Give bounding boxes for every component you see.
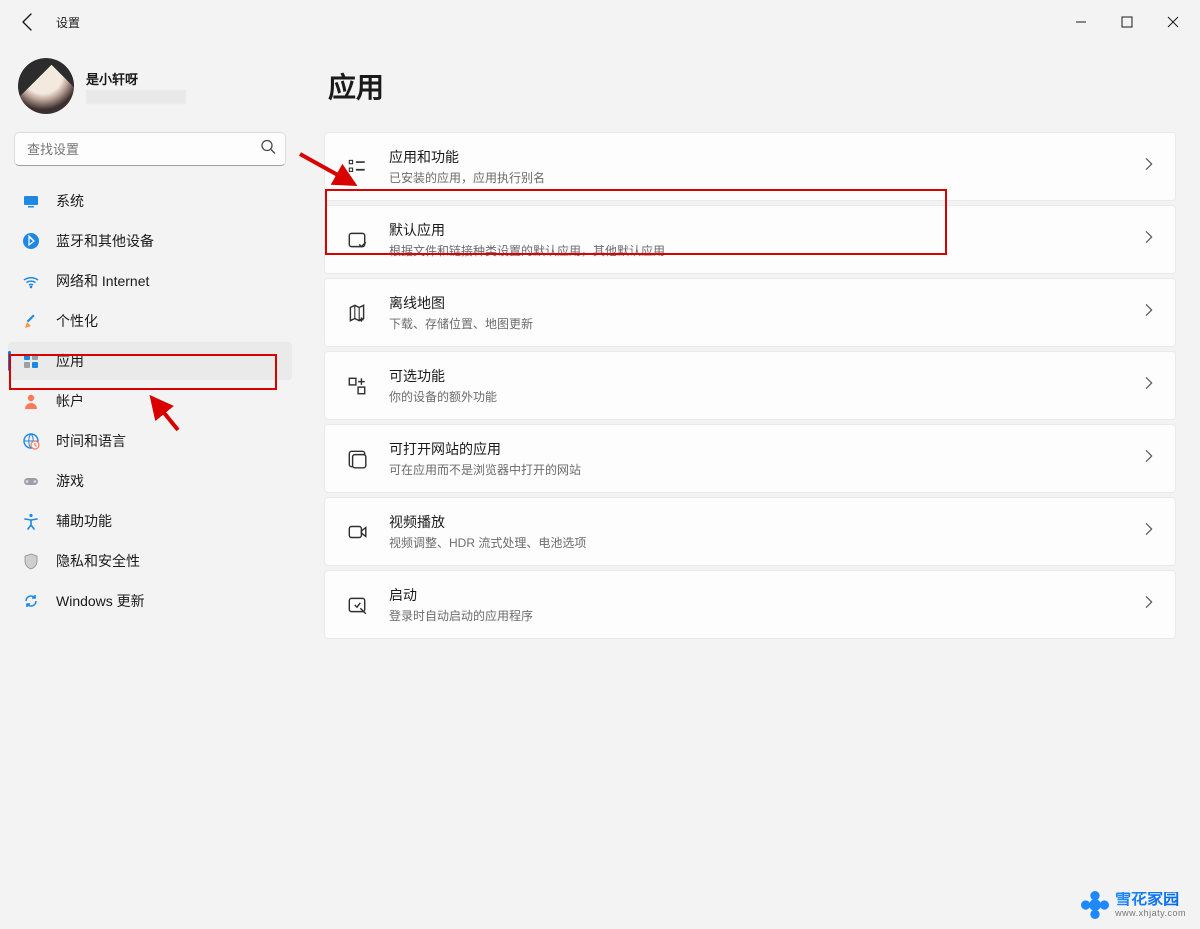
sidebar-item-label: 个性化 [56, 311, 98, 331]
sidebar-item-update[interactable]: Windows 更新 [8, 582, 292, 620]
card-subtitle: 已安装的应用，应用执行别名 [389, 169, 1123, 186]
sidebar-item-time[interactable]: 时间和语言 [8, 422, 292, 460]
search-box [14, 132, 286, 166]
chevron-right-icon [1141, 227, 1157, 252]
card-title: 启动 [389, 585, 1123, 605]
accessibility-icon [22, 512, 40, 530]
titlebar: 设置 [0, 0, 1200, 44]
chevron-right-icon [1141, 519, 1157, 544]
shield-icon [22, 552, 40, 570]
chevron-right-icon [1141, 592, 1157, 617]
brush-icon [22, 312, 40, 330]
settings-cards: 应用和功能 已安装的应用，应用执行别名 默认应用 根据文件和链接种类设置的默认应… [324, 132, 1176, 639]
sidebar-item-label: Windows 更新 [56, 591, 145, 611]
sidebar-item-label: 帐户 [56, 391, 84, 411]
sidebar-item-apps[interactable]: 应用 [8, 342, 292, 380]
sidebar: 是小轩呀 系统 蓝牙和其他设备 网络和 Internet 个性化 应用 帐户 时… [0, 44, 300, 929]
card-subtitle: 登录时自动启动的应用程序 [389, 607, 1123, 624]
profile-email [86, 90, 186, 104]
main-content: 应用 应用和功能 已安装的应用，应用执行别名 默认应用 根据文件和链接种类设置的… [300, 44, 1200, 929]
sidebar-item-bluetooth[interactable]: 蓝牙和其他设备 [8, 222, 292, 260]
card-apps-features[interactable]: 应用和功能 已安装的应用，应用执行别名 [324, 132, 1176, 201]
search-input[interactable] [14, 132, 286, 166]
profile[interactable]: 是小轩呀 [8, 54, 292, 132]
chevron-right-icon [1141, 154, 1157, 179]
watermark-title: 雪花家园 [1115, 892, 1186, 909]
list-icon [343, 153, 371, 181]
watermark-logo-icon [1081, 891, 1109, 919]
arrow-left-icon [19, 10, 37, 34]
chevron-right-icon [1141, 300, 1157, 325]
sidebar-item-label: 系统 [56, 191, 84, 211]
web-icon [343, 445, 371, 473]
avatar [18, 58, 74, 114]
sidebar-item-label: 辅助功能 [56, 511, 112, 531]
card-subtitle: 下载、存储位置、地图更新 [389, 315, 1123, 332]
card-title: 应用和功能 [389, 147, 1123, 167]
sidebar-item-accessibility[interactable]: 辅助功能 [8, 502, 292, 540]
card-default-apps[interactable]: 默认应用 根据文件和链接种类设置的默认应用，其他默认应用 [324, 205, 1176, 274]
watermark-url: www.xhjaty.com [1115, 909, 1186, 918]
card-title: 默认应用 [389, 220, 1123, 240]
back-button[interactable] [12, 6, 44, 38]
wifi-icon [22, 272, 40, 290]
nav-list: 系统 蓝牙和其他设备 网络和 Internet 个性化 应用 帐户 时间和语言 … [8, 182, 292, 620]
close-button[interactable] [1150, 6, 1196, 38]
profile-name: 是小轩呀 [86, 69, 186, 88]
search-icon[interactable] [260, 139, 276, 160]
minimize-icon [1073, 14, 1089, 30]
gamepad-icon [22, 472, 40, 490]
sidebar-item-gaming[interactable]: 游戏 [8, 462, 292, 500]
minimize-button[interactable] [1058, 6, 1104, 38]
card-title: 离线地图 [389, 293, 1123, 313]
apps-icon [22, 352, 40, 370]
card-title: 视频播放 [389, 512, 1123, 532]
sidebar-item-label: 时间和语言 [56, 431, 126, 451]
sidebar-item-personal[interactable]: 个性化 [8, 302, 292, 340]
sidebar-item-system[interactable]: 系统 [8, 182, 292, 220]
card-offline-maps[interactable]: 离线地图 下载、存储位置、地图更新 [324, 278, 1176, 347]
display-icon [22, 192, 40, 210]
card-startup[interactable]: 启动 登录时自动启动的应用程序 [324, 570, 1176, 639]
sidebar-item-label: 网络和 Internet [56, 271, 149, 291]
card-optional[interactable]: 可选功能 你的设备的额外功能 [324, 351, 1176, 420]
maximize-button[interactable] [1104, 6, 1150, 38]
sidebar-item-label: 应用 [56, 351, 84, 371]
sidebar-item-label: 游戏 [56, 471, 84, 491]
card-subtitle: 根据文件和链接种类设置的默认应用，其他默认应用 [389, 242, 1123, 259]
video-icon [343, 518, 371, 546]
maximize-icon [1119, 14, 1135, 30]
sidebar-item-label: 隐私和安全性 [56, 551, 140, 571]
bluetooth-icon [22, 232, 40, 250]
card-subtitle: 你的设备的额外功能 [389, 388, 1123, 405]
card-subtitle: 可在应用而不是浏览器中打开的网站 [389, 461, 1123, 478]
card-title: 可选功能 [389, 366, 1123, 386]
card-web-apps[interactable]: 可打开网站的应用 可在应用而不是浏览器中打开的网站 [324, 424, 1176, 493]
map-icon [343, 299, 371, 327]
close-icon [1165, 14, 1181, 30]
chevron-right-icon [1141, 373, 1157, 398]
globe-clock-icon [22, 432, 40, 450]
optional-icon [343, 372, 371, 400]
card-subtitle: 视频调整、HDR 流式处理、电池选项 [389, 534, 1123, 551]
startup-icon [343, 591, 371, 619]
sidebar-item-network[interactable]: 网络和 Internet [8, 262, 292, 300]
update-icon [22, 592, 40, 610]
chevron-right-icon [1141, 446, 1157, 471]
sidebar-item-privacy[interactable]: 隐私和安全性 [8, 542, 292, 580]
default-icon [343, 226, 371, 254]
window-controls [1058, 6, 1196, 38]
card-title: 可打开网站的应用 [389, 439, 1123, 459]
app-title: 设置 [56, 14, 80, 31]
sidebar-item-accounts[interactable]: 帐户 [8, 382, 292, 420]
card-video[interactable]: 视频播放 视频调整、HDR 流式处理、电池选项 [324, 497, 1176, 566]
person-icon [22, 392, 40, 410]
sidebar-item-label: 蓝牙和其他设备 [56, 231, 154, 251]
page-title: 应用 [328, 66, 1176, 106]
watermark: 雪花家园 www.xhjaty.com [1081, 891, 1186, 919]
